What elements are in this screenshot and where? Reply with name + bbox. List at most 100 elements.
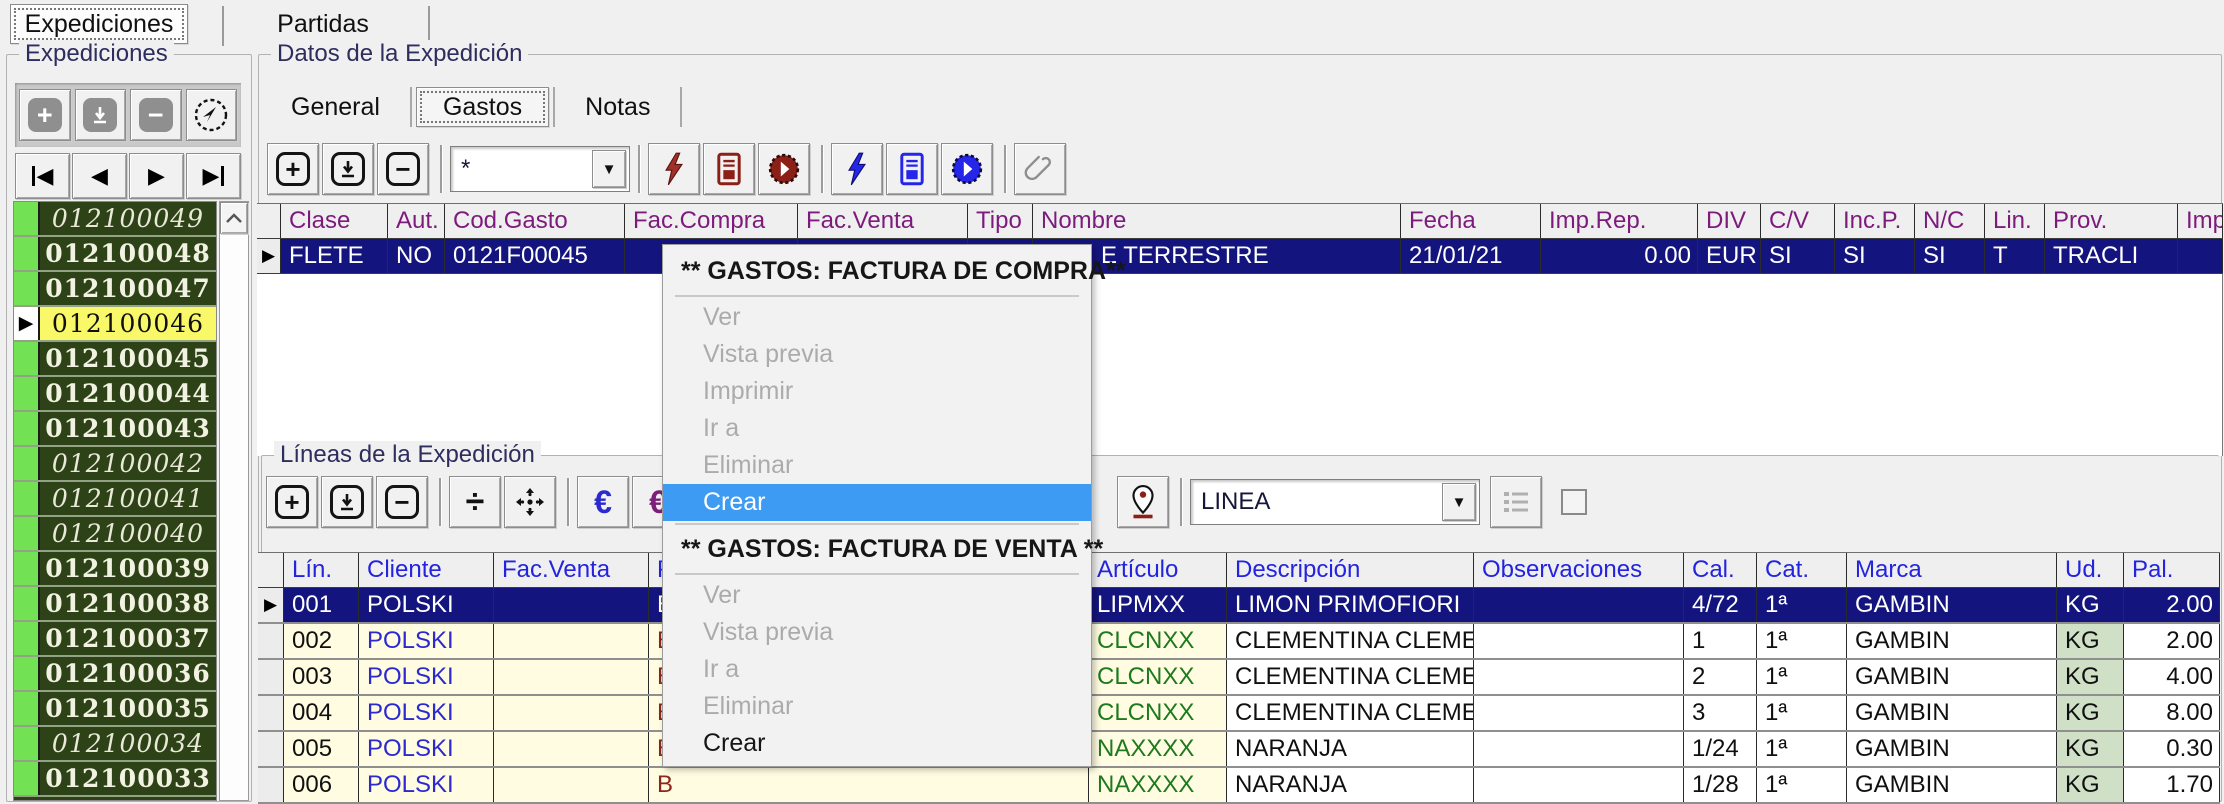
lineas-cell-descripcion[interactable]: NARANJA	[1227, 768, 1474, 802]
column-header[interactable]: C/V	[1761, 204, 1835, 238]
column-header[interactable]: Clase	[281, 204, 388, 238]
insert-expedition-button[interactable]	[75, 89, 127, 141]
row-selector[interactable]	[258, 768, 284, 802]
tab-general[interactable]: General	[265, 87, 406, 127]
previous-record-button[interactable]: ◀	[72, 153, 127, 199]
column-header[interactable]: Inc.P.	[1835, 204, 1915, 238]
expedition-list-item[interactable]: 012100049	[14, 202, 216, 237]
lineas-cell-fac-venta[interactable]	[494, 768, 649, 802]
lineas-grid-row[interactable]: 005POLSKIBNAXXXXNARANJA1/241ªGAMBINKG0.3…	[258, 732, 2220, 768]
lineas-grid-row[interactable]: 003POLSKIBCLCNXXCLEMENTINA CLEMEN21ªGAMB…	[258, 660, 2220, 696]
gastos-cell-imp[interactable]	[2178, 239, 2223, 273]
last-record-button[interactable]: ▶	[186, 153, 241, 199]
gastos-cell-cod-gasto[interactable]: 0121F00045	[445, 239, 625, 273]
expedition-list-item[interactable]: 012100035	[14, 692, 216, 727]
lineas-cell-cal[interactable]: 3	[1684, 696, 1757, 730]
lineas-cell-cliente[interactable]: POLSKI	[359, 588, 494, 622]
lineas-cell-lin[interactable]: 003	[284, 660, 359, 694]
lineas-cell-fac-venta[interactable]	[494, 732, 649, 766]
lineas-cell-lin[interactable]: 001	[284, 588, 359, 622]
blue-forward-button[interactable]	[941, 143, 993, 195]
menu-item-ver[interactable]: Ver	[663, 299, 1091, 336]
row-selector[interactable]	[258, 732, 284, 766]
next-record-button[interactable]: ▶	[129, 153, 184, 199]
lineas-cell-descripcion[interactable]: LIMON PRIMOFIORI	[1227, 588, 1474, 622]
gastos-cell-aut[interactable]: NO	[388, 239, 445, 273]
lineas-cell-ud[interactable]: KG	[2057, 696, 2124, 730]
lineas-cell-marca[interactable]: GAMBIN	[1847, 768, 2057, 802]
column-header[interactable]: Cal.	[1684, 553, 1757, 587]
lineas-cell-marca[interactable]: GAMBIN	[1847, 696, 2057, 730]
attachment-button[interactable]	[1014, 143, 1066, 195]
expedition-list-scrollbar[interactable]	[219, 201, 249, 801]
tab-partidas[interactable]: Partidas	[248, 4, 398, 44]
navigate-button[interactable]	[186, 89, 238, 141]
expedition-list-item[interactable]: 012100042	[14, 447, 216, 482]
gastos-cell-clase[interactable]: FLETE	[281, 239, 388, 273]
column-header[interactable]: DIV	[1698, 204, 1761, 238]
lineas-cell-descripcion[interactable]: CLEMENTINA CLEMEN	[1227, 696, 1474, 730]
column-header[interactable]: Fac.Venta	[494, 553, 649, 587]
column-header[interactable]: Pal.	[2124, 553, 2220, 587]
gastos-cell-div[interactable]: EUR	[1698, 239, 1761, 273]
gastos-cell-cv[interactable]: SI	[1761, 239, 1835, 273]
expedition-list-item[interactable]: 012100034	[14, 727, 216, 762]
lineas-cell-ud[interactable]: KG	[2057, 624, 2124, 658]
lineas-cell-articulo[interactable]: NAXXXX	[1089, 768, 1227, 802]
lineas-cell-observaciones[interactable]	[1474, 660, 1684, 694]
lineas-cell-cliente[interactable]: POLSKI	[359, 660, 494, 694]
filter-combo[interactable]: * ▼	[450, 146, 630, 192]
column-header[interactable]: N/C	[1915, 204, 1985, 238]
menu-item-eliminar[interactable]: Eliminar	[663, 447, 1091, 484]
lineas-cell-cat[interactable]: 1ª	[1757, 696, 1847, 730]
lineas-cell-articulo[interactable]: NAXXXX	[1089, 732, 1227, 766]
lineas-grid-row[interactable]: 002POLSKIBCLCNXXCLEMENTINA CLEMEN11ªGAMB…	[258, 624, 2220, 660]
column-header[interactable]: Nombre	[1033, 204, 1401, 238]
lineas-cell-cat[interactable]: 1ª	[1757, 768, 1847, 802]
tab-gastos[interactable]: Gastos	[416, 87, 549, 127]
column-header[interactable]: Artículo	[1089, 553, 1227, 587]
insert-line-button[interactable]	[321, 476, 373, 528]
delete-expedition-button[interactable]: −	[130, 89, 182, 141]
lineas-cell-pal[interactable]: 2.00	[2124, 588, 2220, 622]
chevron-down-icon[interactable]: ▼	[1442, 483, 1476, 521]
expedition-list-item[interactable]: 012100039	[14, 552, 216, 587]
column-header[interactable]: Tipo	[968, 204, 1033, 238]
lineas-grid-row[interactable]: 004POLSKIBCLCNXXCLEMENTINA CLEMEN31ªGAMB…	[258, 696, 2220, 732]
lineas-cell-pr[interactable]: B	[649, 768, 1089, 802]
lineas-cell-observaciones[interactable]	[1474, 624, 1684, 658]
menu-item-vista-previa[interactable]: Vista previa	[663, 614, 1091, 651]
expedition-list-item[interactable]: 012100040	[14, 517, 216, 552]
lineas-cell-articulo[interactable]: CLCNXX	[1089, 624, 1227, 658]
lineas-cell-lin[interactable]: 004	[284, 696, 359, 730]
lineas-cell-lin[interactable]: 006	[284, 768, 359, 802]
column-header[interactable]: Fac.Venta	[798, 204, 968, 238]
menu-item-crear[interactable]: Crear	[663, 725, 1091, 762]
lineas-cell-articulo[interactable]: CLCNXX	[1089, 696, 1227, 730]
line-type-combo[interactable]: LINEA ▼	[1190, 479, 1480, 525]
lineas-cell-ud[interactable]: KG	[2057, 588, 2124, 622]
euro-blue-button[interactable]: €	[577, 476, 629, 528]
lineas-cell-observaciones[interactable]	[1474, 588, 1684, 622]
lineas-checkbox[interactable]	[1561, 489, 1587, 515]
lineas-cell-lin[interactable]: 005	[284, 732, 359, 766]
column-header[interactable]: Fecha	[1401, 204, 1541, 238]
menu-item-ir-a[interactable]: Ir a	[663, 651, 1091, 688]
lineas-cell-pal[interactable]: 2.00	[2124, 624, 2220, 658]
lineas-cell-fac-venta[interactable]	[494, 660, 649, 694]
row-selector[interactable]	[258, 660, 284, 694]
column-header[interactable]: Lin.	[1985, 204, 2045, 238]
lineas-cell-cat[interactable]: 1ª	[1757, 660, 1847, 694]
expedition-list-item[interactable]: 012100043	[14, 412, 216, 447]
menu-item-imprimir[interactable]: Imprimir	[663, 373, 1091, 410]
lineas-cell-ud[interactable]: KG	[2057, 732, 2124, 766]
column-header[interactable]: Cat.	[1757, 553, 1847, 587]
column-header[interactable]: Imp.Rep.	[1541, 204, 1698, 238]
lineas-cell-cal[interactable]: 1	[1684, 624, 1757, 658]
lineas-cell-descripcion[interactable]: NARANJA	[1227, 732, 1474, 766]
lineas-cell-marca[interactable]: GAMBIN	[1847, 732, 2057, 766]
column-header[interactable]: Cliente	[359, 553, 494, 587]
column-header[interactable]: Cod.Gasto	[445, 204, 625, 238]
expedition-list-item[interactable]: 012100033	[14, 762, 216, 797]
lineas-cell-cliente[interactable]: POLSKI	[359, 696, 494, 730]
